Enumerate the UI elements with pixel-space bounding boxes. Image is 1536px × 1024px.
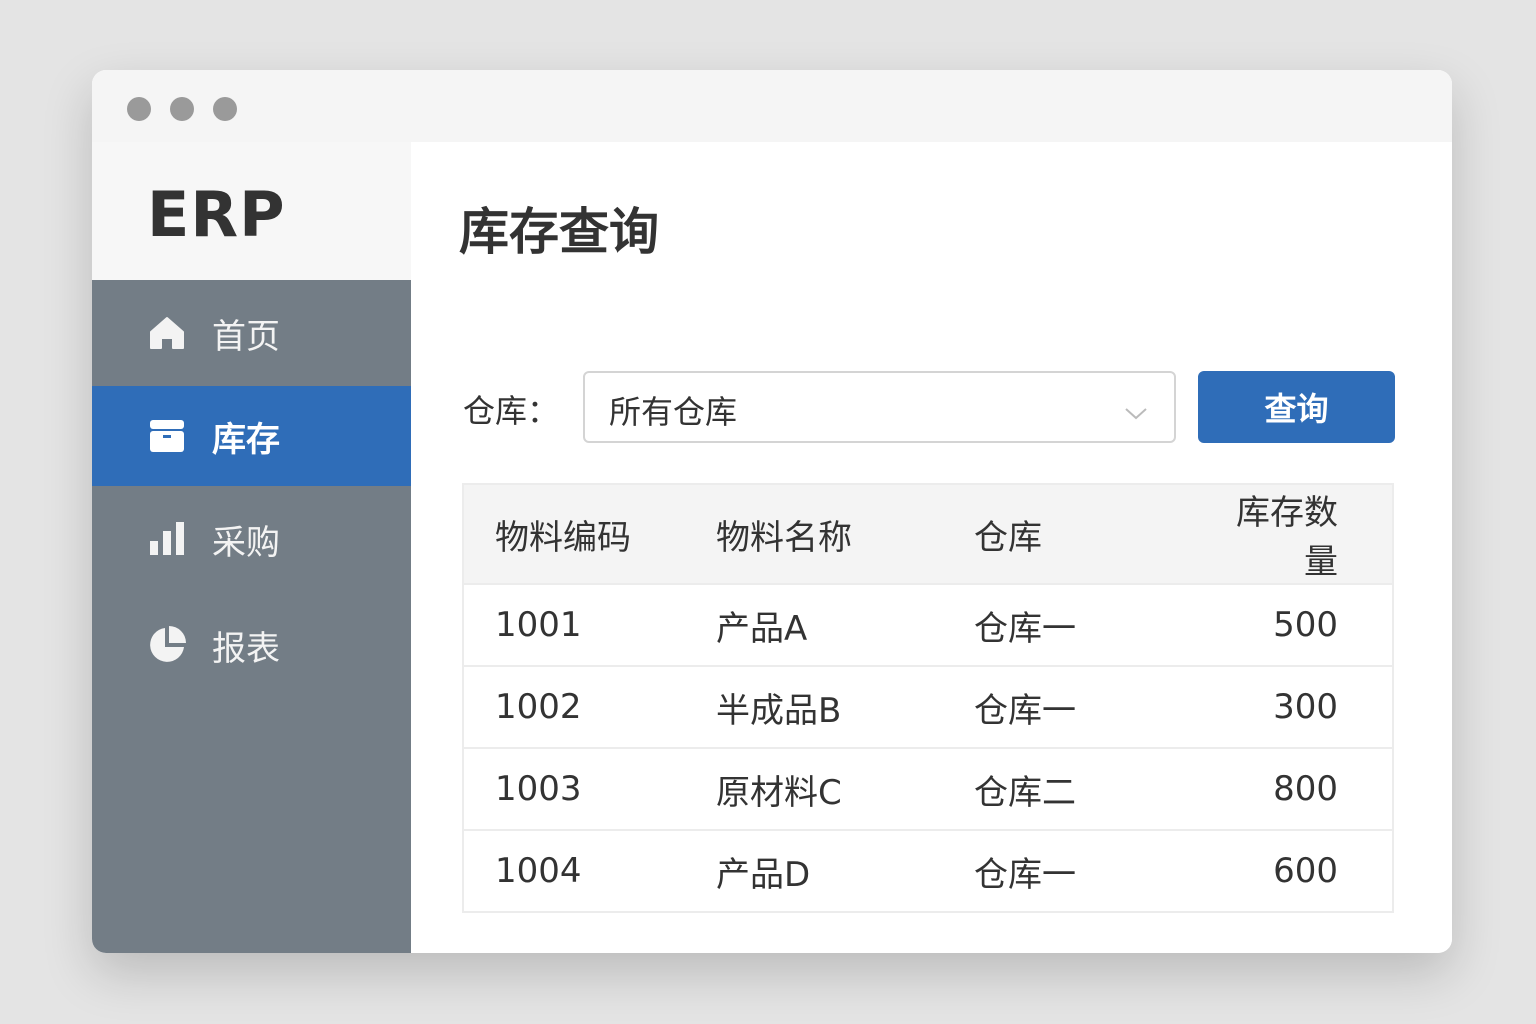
warehouse-select[interactable]: 所有仓库 (583, 371, 1176, 443)
sidebar-item-reports[interactable]: 报表 (92, 592, 411, 698)
chevron-down-icon (1124, 395, 1148, 433)
warehouse-select-value: 所有仓库 (609, 393, 738, 431)
logo: ERP (92, 142, 411, 280)
app-window: ERP 首页 库存 采购 报表 库存查询 仓库： 所有仓库 查询 物料编码 物料… (92, 70, 1452, 953)
cell-quantity: 600 (1194, 829, 1393, 912)
cell-warehouse: 仓库一 (974, 583, 1194, 666)
cell-name: 产品D (716, 829, 974, 912)
cell-code: 1004 (463, 829, 716, 912)
cell-name: 原材料C (716, 747, 974, 830)
cell-warehouse: 仓库一 (974, 665, 1194, 748)
sidebar-item-label: 库存 (212, 419, 280, 460)
home-icon (147, 313, 187, 353)
page-title: 库存查询 (459, 203, 659, 261)
cell-code: 1002 (463, 665, 716, 748)
sidebar-item-home[interactable]: 首页 (92, 280, 411, 386)
sidebar-item-inventory[interactable]: 库存 (92, 386, 411, 486)
table-row[interactable]: 1004 产品D 仓库一 600 (463, 829, 1393, 912)
window-minimize-button[interactable] (170, 97, 194, 121)
cell-warehouse: 仓库一 (974, 829, 1194, 912)
table-header-row: 物料编码 物料名称 仓库 库存数量 (463, 484, 1393, 584)
table-row[interactable]: 1003 原材料C 仓库二 800 (463, 747, 1393, 830)
cell-quantity: 500 (1194, 583, 1393, 666)
column-header-warehouse: 仓库 (974, 484, 1194, 584)
column-header-name: 物料名称 (716, 484, 974, 584)
table-row[interactable]: 1001 产品A 仓库一 500 (463, 583, 1393, 666)
cell-name: 产品A (716, 583, 974, 666)
main-content: 库存查询 仓库： 所有仓库 查询 物料编码 物料名称 仓库 库存数量 1001 产… (411, 142, 1452, 953)
cell-quantity: 800 (1194, 747, 1393, 830)
cell-warehouse: 仓库二 (974, 747, 1194, 830)
sidebar-item-label: 采购 (212, 522, 280, 563)
sidebar-item-label: 报表 (212, 628, 280, 669)
column-header-quantity: 库存数量 (1194, 484, 1393, 584)
warehouse-filter-label: 仓库： (463, 392, 560, 430)
title-bar (92, 70, 1452, 142)
cell-name: 半成品B (716, 665, 974, 748)
archive-box-icon (147, 416, 187, 456)
table-row[interactable]: 1002 半成品B 仓库一 300 (463, 665, 1393, 748)
cell-quantity: 300 (1194, 665, 1393, 748)
sidebar: ERP 首页 库存 采购 报表 (92, 142, 411, 953)
cell-code: 1003 (463, 747, 716, 830)
inventory-table: 物料编码 物料名称 仓库 库存数量 1001 产品A 仓库一 500 1002 半成品B 仓… (462, 483, 1394, 913)
cell-code: 1001 (463, 583, 716, 666)
window-maximize-button[interactable] (213, 97, 237, 121)
pie-chart-icon (147, 625, 187, 665)
window-close-button[interactable] (127, 97, 151, 121)
query-button[interactable]: 查询 (1198, 371, 1395, 443)
column-header-code: 物料编码 (463, 484, 716, 584)
bar-chart-icon (147, 519, 187, 559)
sidebar-item-label: 首页 (212, 316, 280, 357)
sidebar-item-purchase[interactable]: 采购 (92, 486, 411, 592)
